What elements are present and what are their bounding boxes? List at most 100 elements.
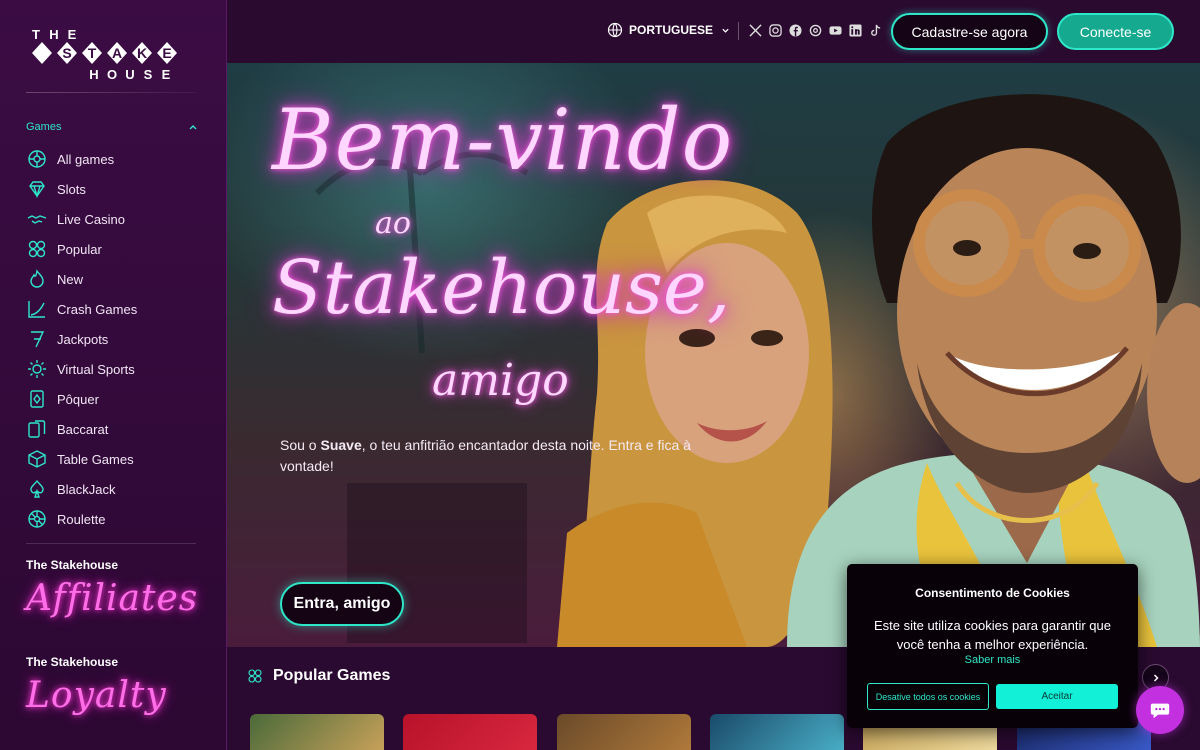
svg-text:S: S [144,67,153,80]
hero-subtitle-host: Suave [320,437,362,453]
clover-icon [26,239,47,260]
cookie-accept-button[interactable]: Aceitar [996,684,1118,709]
sidebar-item-live-casino[interactable]: Live Casino [26,204,206,234]
games-section-header[interactable]: Games [26,121,198,133]
hero-banner: Bem-vindo ao Stakehouse, amigo Sou o Sua… [227,63,1200,647]
logo-divider [26,92,196,93]
svg-text:K: K [137,45,147,61]
cookie-consent-dialog: Consentimento de Cookies Este site utili… [847,564,1138,728]
loyalty-title: The Stakehouse [26,655,119,669]
sidebar-item-jackpots[interactable]: Jackpots [26,324,206,354]
game-tile[interactable] [710,714,844,750]
language-label: PORTUGUESE [629,23,714,37]
instagram-icon[interactable] [768,23,783,38]
affiliates-link[interactable]: Affiliates [26,578,198,619]
register-button[interactable]: Cadastre-se agora [891,13,1048,50]
sidebar-item-virtual-sports[interactable]: Virtual Sports [26,354,206,384]
top-header: PORTUGUESE Cadastre-se agora Conecte-se [227,0,1200,63]
cookie-text: Este site utiliza cookies para garantir … [873,618,1111,652]
x-icon[interactable] [748,23,763,38]
svg-text:A: A [112,45,122,61]
svg-text:T: T [32,27,40,42]
sidebar-item-all-games[interactable]: All games [26,144,206,174]
chevron-up-icon [189,125,197,130]
social-links [748,23,883,38]
sidebar-item-label: Live Casino [57,211,125,227]
clover-icon [248,669,262,683]
chart-icon [26,299,47,320]
sidebar-item-label: Baccarat [57,421,109,437]
svg-text:E: E [68,27,77,42]
svg-text:H: H [89,67,98,80]
card-icon [26,389,47,410]
gear-icon [26,359,47,380]
logo-graphic: THE ESUOH STAKE [32,27,177,82]
enter-button[interactable]: Entra, amigo [280,582,404,626]
sidebar-item-label: All games [57,151,115,167]
svg-text:O: O [107,67,117,80]
header-separator [738,22,739,40]
hero-subtitle-prefix: Sou o [280,437,321,453]
handshake-icon [26,209,47,230]
facebook-icon[interactable] [788,23,803,38]
svg-text:E: E [162,45,171,61]
sidebar-item-baccarat[interactable]: Baccarat [26,414,206,444]
hero-heading-to: ao [375,206,411,241]
svg-text:H: H [49,27,58,42]
sidebar-divider [26,543,196,544]
sidebar-item-slots[interactable]: Slots [26,174,206,204]
sidebar-item-label: Virtual Sports [57,361,135,377]
all-games-icon [26,149,47,170]
sidebar-item-popular[interactable]: Popular [26,234,206,264]
stakehouse-logo[interactable]: THE ESUOH STAKE [30,26,184,82]
cookie-title: Consentimento de Cookies [915,586,1070,600]
loyalty-link[interactable]: Loyalty [26,675,167,716]
sidebar-item-table-games[interactable]: Table Games [26,444,206,474]
sidebar-item-poker[interactable]: Pôquer [26,384,206,414]
sidebar-item-roulette[interactable]: Roulette [26,504,206,534]
games-section-label: Games [26,121,62,133]
hero-subtitle: Sou o Suave, o teu anfitrião encantador … [280,435,720,477]
chat-bubble-icon [1150,703,1170,719]
seven-icon [26,329,47,350]
svg-text:T: T [88,45,97,61]
affiliates-title: The Stakehouse [26,558,119,572]
roulette-icon [26,509,47,530]
tiktok-icon[interactable] [868,23,883,38]
chevron-down-icon [722,28,729,33]
cookie-learn-more-link[interactable]: Saber mais [847,654,1138,666]
flame-icon [26,269,47,290]
sidebar-item-new[interactable]: New [26,264,206,294]
sidebar-item-label: Pôquer [57,391,99,407]
game-tile[interactable] [250,714,384,750]
threads-icon[interactable] [808,23,823,38]
cube-icon [26,449,47,470]
sidebar-item-label: BlackJack [57,481,116,497]
svg-text:U: U [125,67,134,80]
spade-icon [26,479,47,500]
chat-button[interactable] [1136,686,1184,734]
sidebar-item-label: Crash Games [57,301,138,317]
popular-games-header: Popular Games [247,667,390,685]
linkedin-icon[interactable] [848,23,863,38]
diamond-icon [26,179,47,200]
popular-games-title: Popular Games [273,667,391,684]
globe-icon [607,22,623,38]
language-selector[interactable]: PORTUGUESE [607,22,730,38]
sidebar-item-crash-games[interactable]: Crash Games [26,294,206,324]
hero-heading-welcome: Bem-vindo [272,91,734,189]
game-tile[interactable] [403,714,537,750]
cards-icon [26,419,47,440]
app-root: THE ESUOH STAKE Games All games Slots Li… [0,0,1200,750]
svg-text:S: S [62,45,71,61]
sidebar-item-label: Table Games [57,451,134,467]
svg-text:E: E [162,67,171,80]
sidebar-item-label: New [57,271,84,287]
games-nav: All games Slots Live Casino Popular New … [26,144,206,534]
sidebar-item-blackjack[interactable]: BlackJack [26,474,206,504]
login-button[interactable]: Conecte-se [1057,13,1174,50]
cookie-deny-button[interactable]: Desative todos os cookies [867,683,989,710]
hero-heading-stakehouse: Stakehouse, [272,245,731,331]
youtube-icon[interactable] [828,23,843,38]
game-tile[interactable] [557,714,691,750]
